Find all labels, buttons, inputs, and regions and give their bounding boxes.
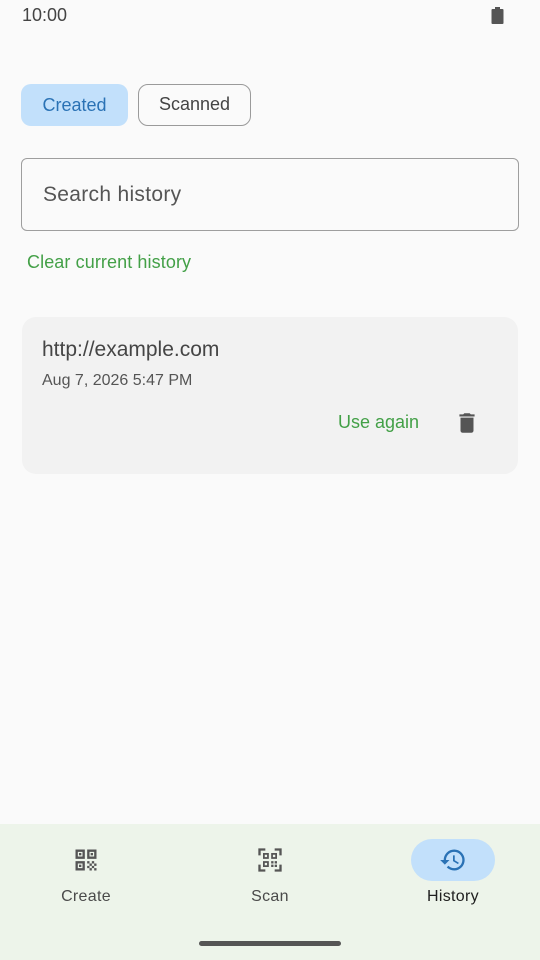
use-again-button[interactable]: Use again [338,412,419,433]
nav-item-create[interactable]: Create [0,824,176,924]
status-bar: 10:00 [0,0,540,32]
history-item-card: http://example.com Aug 7, 2026 5:47 PM U… [22,317,518,474]
status-time: 10:00 [22,5,68,25]
history-item-date: Aug 7, 2026 5:47 PM [42,372,193,389]
nav-item-history[interactable]: History [363,824,540,924]
qr-scan-icon [258,848,282,872]
nav-label-history: History [427,888,479,905]
gesture-navigation-bar[interactable] [199,941,341,946]
history-item-content: http://example.com [42,338,220,361]
chip-created[interactable]: Created [21,84,128,126]
bottom-navigation: Create Scan History [0,824,540,960]
clear-history-button[interactable]: Clear current history [27,252,191,273]
qr-code-icon [75,849,97,871]
trash-icon[interactable] [454,410,480,436]
nav-item-scan[interactable]: Scan [180,824,360,924]
history-icon [440,849,465,871]
nav-label-create: Create [61,888,111,905]
chip-scanned[interactable]: Scanned [138,84,251,126]
search-field[interactable] [21,158,519,231]
battery-icon [491,7,504,24]
history-screen: 10:00 Created Scanned Clear current hist… [0,0,540,960]
search-input[interactable] [41,159,500,231]
nav-label-scan: Scan [251,888,289,905]
